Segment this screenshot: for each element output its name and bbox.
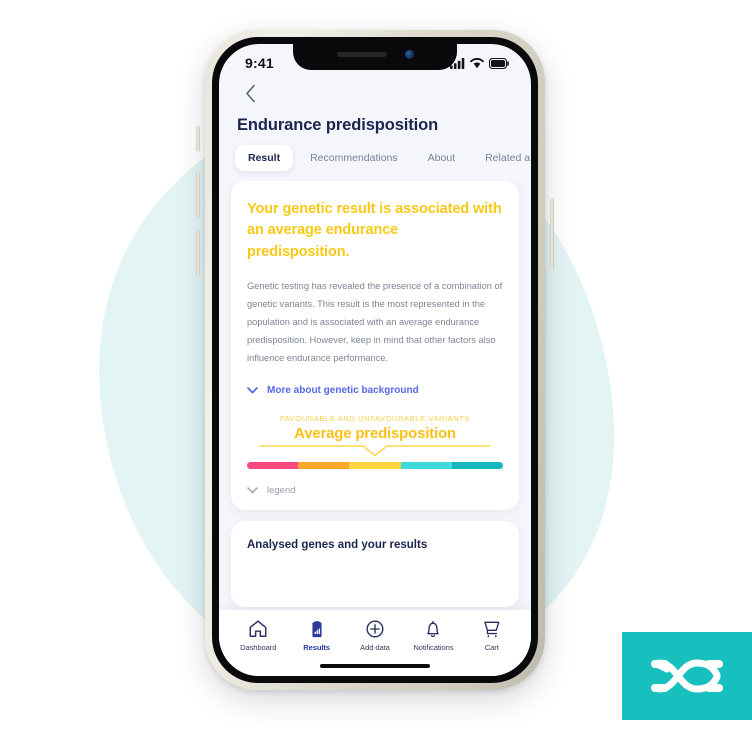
brand-logo-tile [622, 632, 752, 720]
nav-label-add-data: Add data [360, 643, 390, 652]
wifi-icon [470, 57, 484, 68]
gauge-value-label: Average predisposition [294, 424, 456, 442]
legend-toggle[interactable]: legend [247, 485, 503, 496]
volume-up-button[interactable] [196, 172, 200, 218]
tab-bar: Result Recommendations About Related a [219, 135, 531, 181]
gauge-segment-average [349, 461, 401, 469]
gauge-segment-very-favourable [451, 461, 503, 469]
silent-switch[interactable] [196, 126, 200, 152]
analysed-genes-title: Analysed genes and your results [247, 538, 428, 551]
nav-item-cart[interactable]: Cart [463, 619, 521, 652]
gauge-segment-very-unfavourable [247, 461, 299, 469]
tab-about[interactable]: About [415, 145, 468, 171]
gauge-segment-unfavourable [298, 461, 350, 469]
tab-result[interactable]: Result [235, 145, 294, 171]
chevron-down-icon [247, 486, 258, 493]
more-about-genetic-background-toggle[interactable]: More about genetic background [247, 385, 503, 396]
phone-bezel: 9:41 Endurance predisposition Result Rec… [212, 37, 538, 683]
shopping-cart-icon [483, 621, 500, 638]
home-indicator-bar[interactable] [320, 664, 430, 668]
result-card: Your genetic result is associated with a… [231, 181, 519, 510]
tab-related-articles[interactable]: Related a [472, 145, 531, 171]
analysed-genes-card: Analysed genes and your results [231, 520, 519, 607]
dna-helix-icon [651, 659, 723, 693]
battery-icon [489, 57, 509, 69]
gauge-track [247, 461, 503, 469]
legend-label: legend [267, 484, 296, 496]
phone-screen: 9:41 Endurance predisposition Result Rec… [219, 44, 531, 676]
nav-item-results[interactable]: Results [288, 619, 346, 652]
nav-item-notifications[interactable]: Notifications [404, 619, 462, 652]
gauge-segment-favourable [400, 461, 452, 469]
gauge-pointer [247, 444, 503, 457]
bell-icon [427, 620, 440, 638]
result-body-text: Genetic testing has revealed the presenc… [247, 281, 503, 363]
earpiece-speaker-icon [336, 52, 387, 57]
home-indicator-area [219, 656, 531, 676]
status-time: 9:41 [245, 55, 274, 71]
nav-item-add-data[interactable]: Add data [346, 619, 404, 652]
nav-label-results: Results [303, 643, 330, 652]
predisposition-gauge: FAVOURABLE AND UNFAVOURABLE VARIANTS Ave… [247, 414, 503, 469]
result-headline: Your genetic result is associated with a… [247, 201, 502, 260]
page-title: Endurance predisposition [237, 116, 439, 134]
genetic-background-label: More about genetic background [267, 384, 419, 396]
chevron-down-icon [247, 386, 258, 394]
back-button[interactable] [237, 80, 263, 106]
bottom-navigation-bar: Dashboard Results Add data Notifications… [219, 610, 531, 656]
nav-label-notifications: Notifications [413, 643, 454, 652]
nav-item-dashboard[interactable]: Dashboard [229, 619, 287, 652]
gauge-caption: FAVOURABLE AND UNFAVOURABLE VARIANTS [279, 413, 471, 423]
phone-frame: 9:41 Endurance predisposition Result Rec… [196, 30, 554, 690]
app-header: Endurance predisposition [219, 78, 531, 135]
home-icon [249, 620, 267, 637]
front-camera-icon [404, 50, 414, 59]
plus-circle-icon [366, 620, 384, 638]
phone-notch [293, 44, 457, 70]
gauge-pointer-notch-icon [259, 444, 491, 456]
tab-recommendations[interactable]: Recommendations [297, 145, 411, 171]
nav-label-dashboard: Dashboard [240, 643, 277, 652]
volume-down-button[interactable] [196, 230, 200, 276]
chevron-left-icon [245, 84, 255, 102]
results-chart-icon [311, 621, 322, 638]
nav-label-cart: Cart [484, 643, 499, 652]
content-scroll-area[interactable]: Your genetic result is associated with a… [219, 181, 531, 610]
status-icons [450, 57, 509, 69]
power-button[interactable] [550, 198, 554, 270]
